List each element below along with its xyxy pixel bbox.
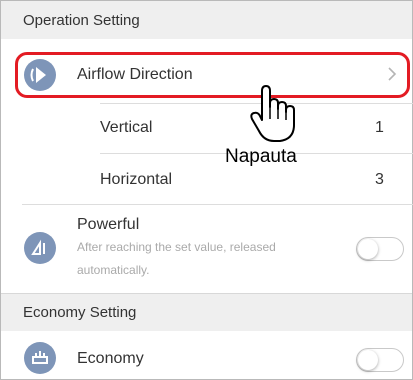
operation-setting-title: Operation Setting	[23, 11, 140, 29]
powerful-label: Powerful	[77, 216, 140, 233]
powerful-toggle[interactable]	[356, 237, 404, 261]
horizontal-value: 3	[375, 171, 384, 188]
highlight-outline	[15, 52, 410, 98]
economy-setting-header: Economy Setting	[1, 293, 412, 331]
economy-setting-title: Economy Setting	[23, 304, 137, 321]
economy-row: Economy	[0, 332, 413, 380]
economy-icon	[24, 342, 56, 374]
economy-label: Economy	[77, 350, 144, 367]
toggle-knob	[358, 239, 378, 259]
vertical-row[interactable]: Vertical 1	[0, 104, 413, 154]
powerful-description-line1: After reaching the set value, released	[77, 240, 276, 254]
vertical-value: 1	[375, 119, 384, 136]
horizontal-row[interactable]: Horizontal 3	[0, 154, 413, 204]
powerful-description-line2: automatically.	[77, 263, 150, 277]
tap-callout: Napauta	[225, 146, 297, 167]
powerful-row: Powerful After reaching the set value, r…	[0, 205, 413, 293]
operation-setting-header: Operation Setting	[1, 1, 412, 39]
vertical-label: Vertical	[100, 119, 153, 136]
economy-toggle[interactable]	[356, 348, 404, 372]
hand-pointer-icon	[250, 85, 295, 142]
powerful-icon	[24, 232, 56, 264]
horizontal-label: Horizontal	[100, 171, 173, 188]
toggle-knob	[358, 350, 378, 370]
